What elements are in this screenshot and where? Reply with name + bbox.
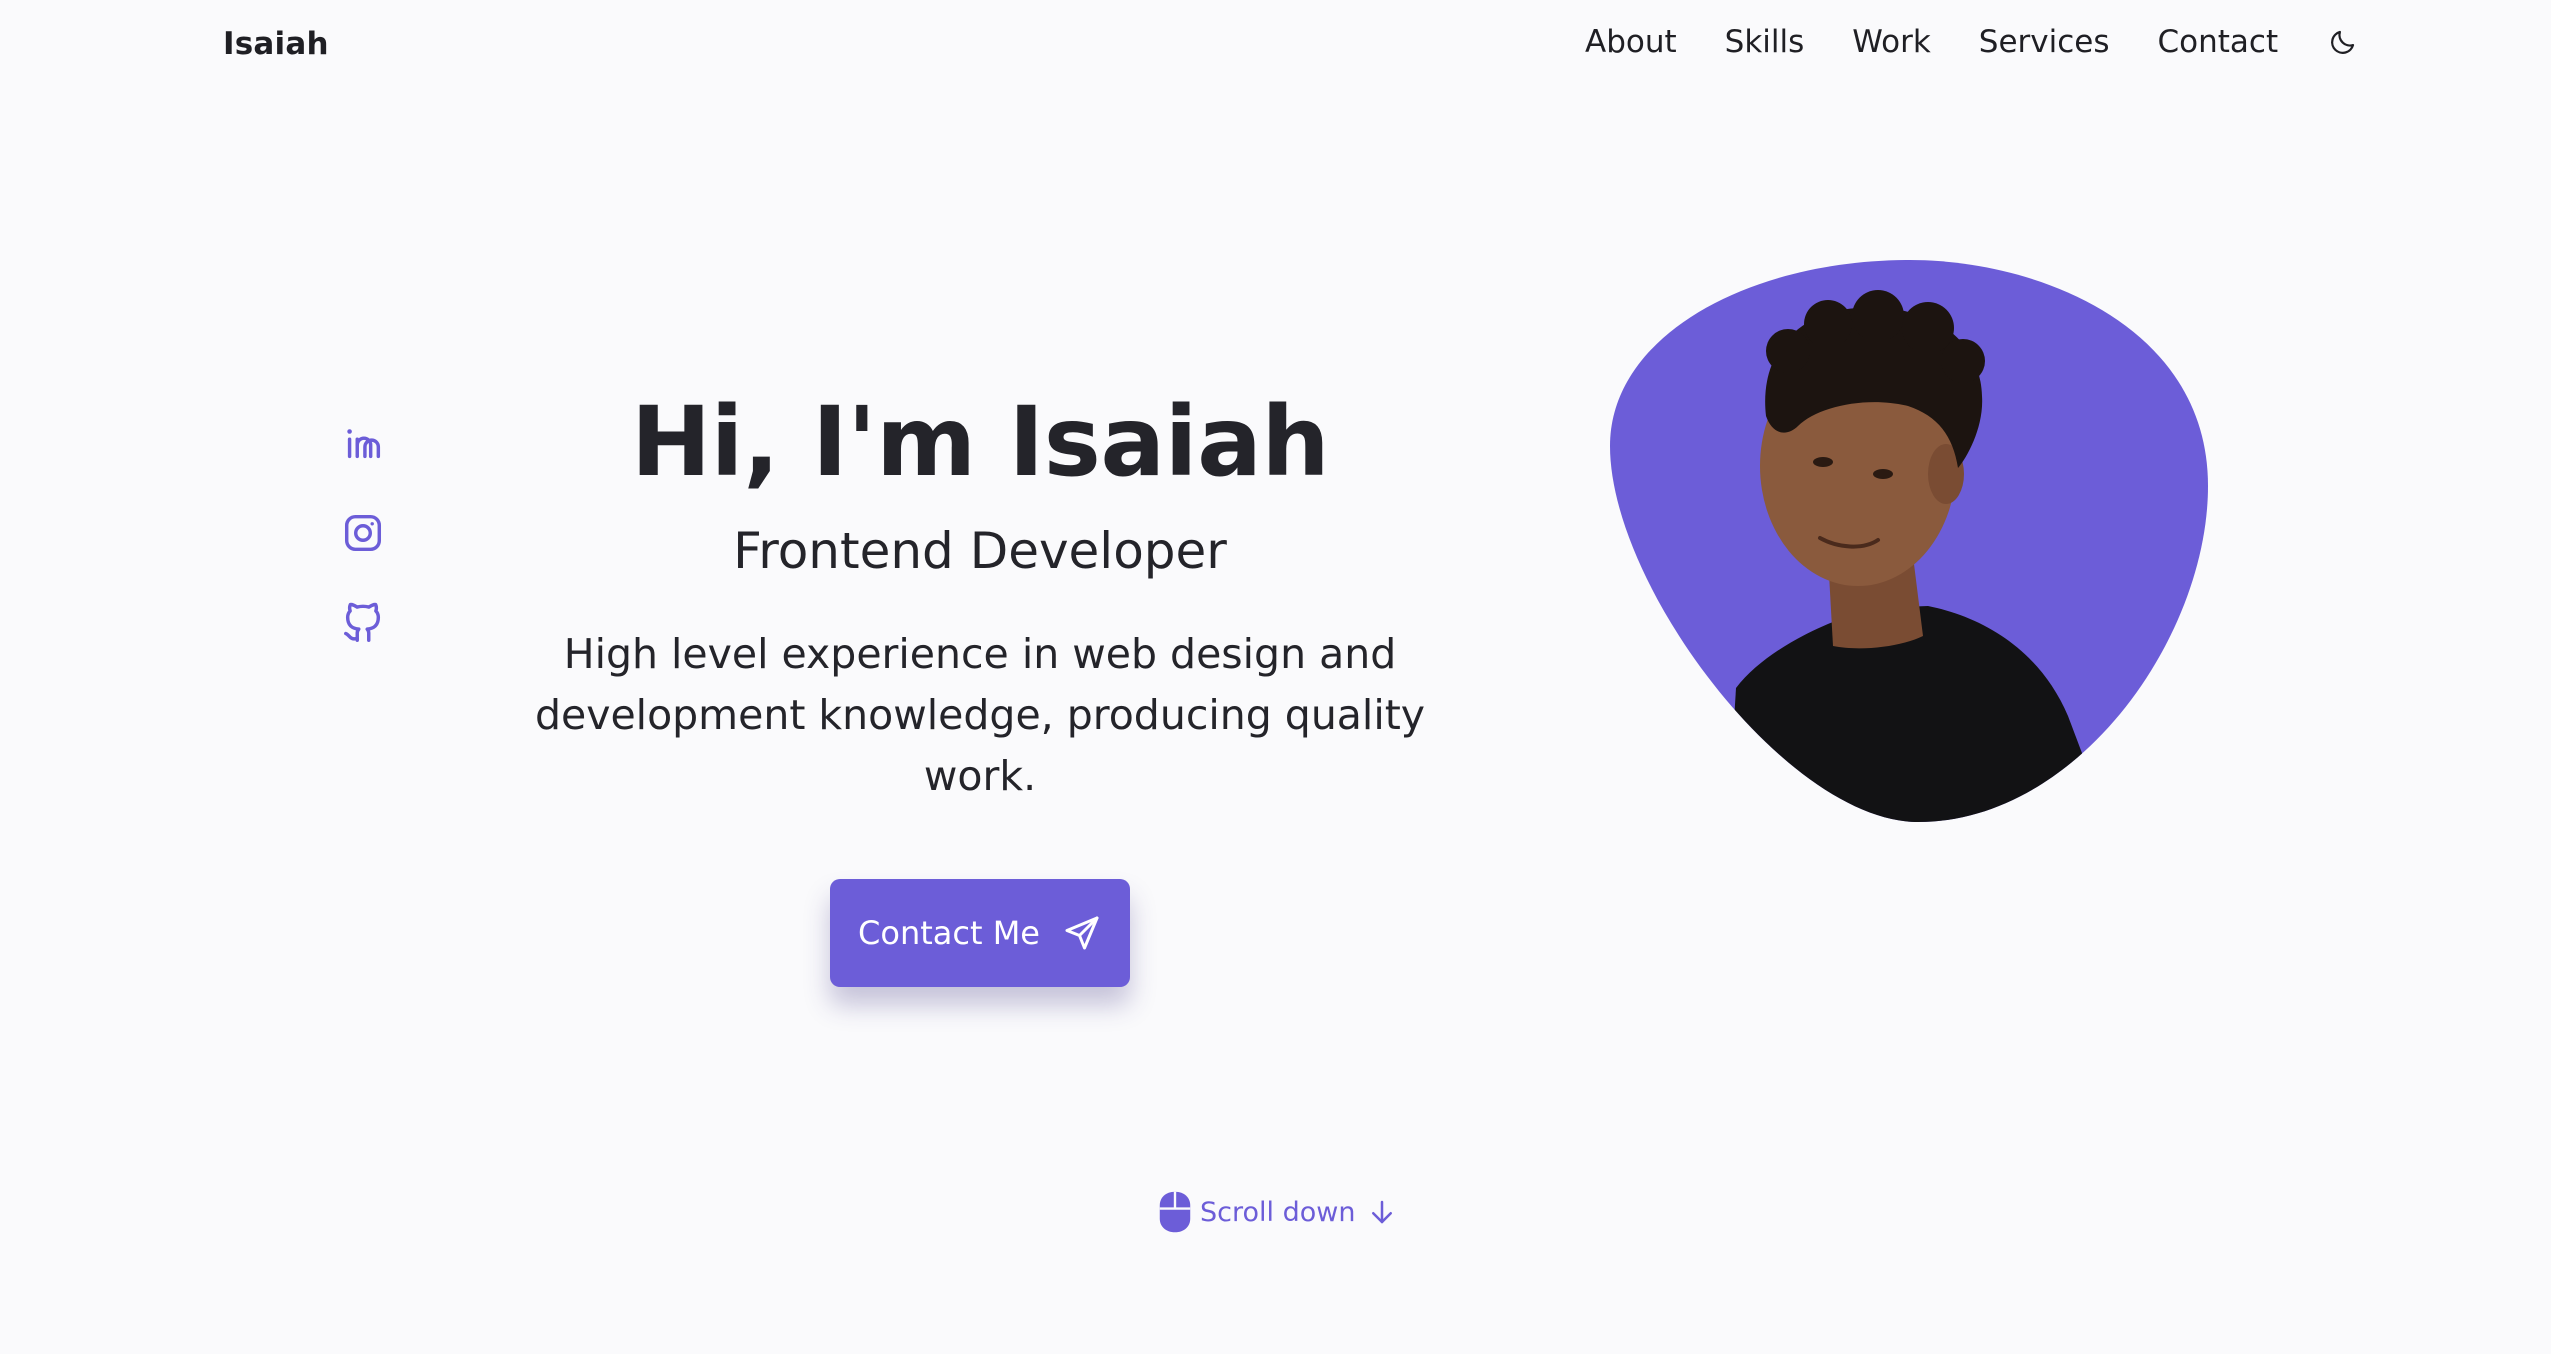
hero-title: Hi, I'm Isaiah	[630, 386, 1330, 498]
scroll-down-label: Scroll down	[1200, 1196, 1356, 1228]
arrow-down-icon	[1372, 1200, 1393, 1224]
nav-item-work[interactable]: Work	[1852, 24, 1931, 60]
linkedin-link[interactable]	[340, 420, 386, 466]
hero-subtitle: Frontend Developer	[733, 521, 1227, 580]
page: Isaiah About Skills Work Services Contac…	[0, 0, 2551, 1354]
header: Isaiah About Skills Work Services Contac…	[0, 0, 2551, 90]
contact-me-button[interactable]: Contact Me	[830, 878, 1130, 987]
send-icon	[1065, 916, 1099, 950]
nav-item-services[interactable]: Services	[1979, 24, 2110, 60]
instagram-link[interactable]	[340, 510, 386, 556]
github-icon	[344, 602, 381, 642]
theme-toggle-button[interactable]	[2326, 25, 2360, 59]
nav-item-contact[interactable]: Contact	[2158, 24, 2279, 60]
main-nav: About Skills Work Services Contact	[1585, 24, 2360, 60]
moon-icon	[2331, 30, 2355, 54]
hero-description: High level experience in web design and …	[534, 629, 1426, 800]
github-link[interactable]	[340, 600, 386, 646]
mouse-icon	[1159, 1191, 1191, 1233]
portrait-photo	[1610, 260, 2208, 822]
hero-section: Hi, I'm Isaiah Frontend Developer High l…	[440, 386, 1520, 987]
portrait-blob	[1608, 256, 2212, 822]
instagram-icon	[344, 514, 382, 552]
linkedin-icon	[347, 429, 381, 459]
social-links	[340, 420, 386, 690]
logo[interactable]: Isaiah	[223, 26, 329, 62]
nav-item-about[interactable]: About	[1585, 24, 1677, 60]
contact-me-label: Contact Me	[858, 913, 1040, 952]
nav-item-skills[interactable]: Skills	[1725, 24, 1805, 60]
scroll-down-link[interactable]: Scroll down	[1158, 1190, 1397, 1234]
